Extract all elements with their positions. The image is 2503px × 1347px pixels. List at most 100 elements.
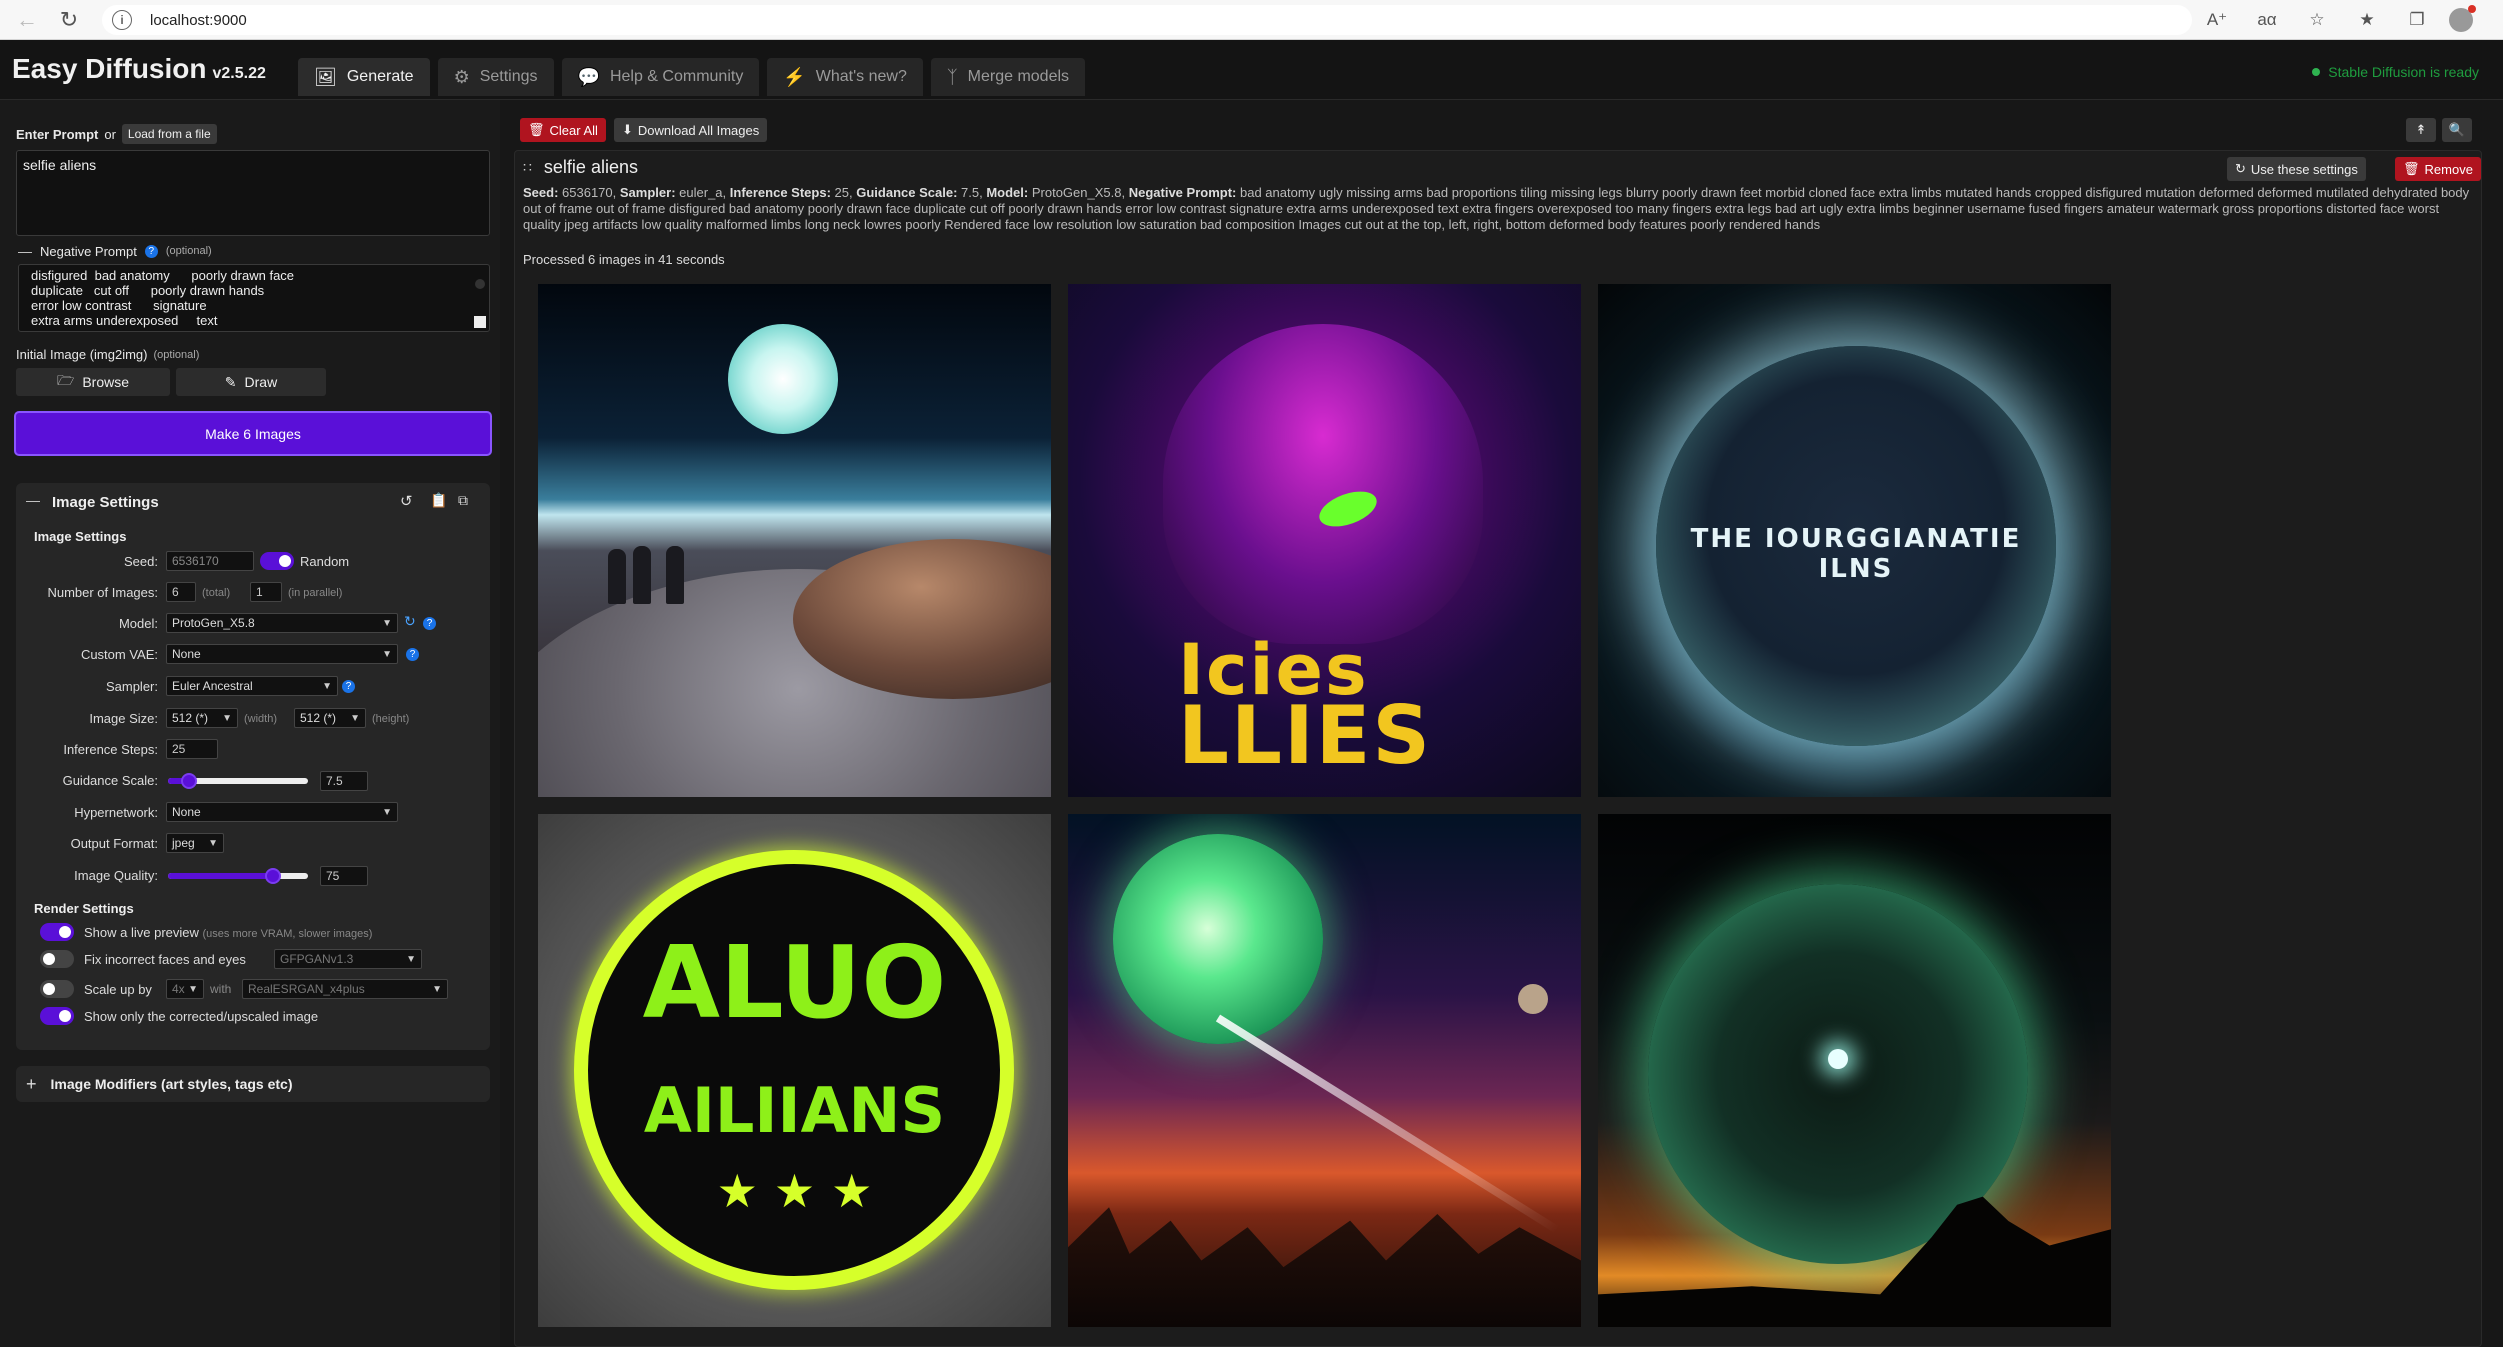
show-corrected-toggle[interactable] xyxy=(40,1007,74,1025)
generated-image[interactable] xyxy=(1068,814,1581,1327)
reset-icon[interactable]: ↺ xyxy=(400,492,413,510)
num-images-input[interactable]: 6 xyxy=(166,582,196,602)
help-icon[interactable]: ? xyxy=(406,648,419,661)
tab-settings[interactable]: ⚙ Settings xyxy=(437,58,554,96)
scale-up-toggle[interactable] xyxy=(40,980,74,998)
vae-select[interactable]: None ▼ xyxy=(166,644,398,664)
output-format-label: Output Format: xyxy=(70,836,158,851)
collapse-icon[interactable]: — xyxy=(18,243,32,259)
collections-icon[interactable]: ❐ xyxy=(2399,2,2435,38)
reload-icon[interactable]: ↻ xyxy=(50,1,88,39)
help-icon[interactable]: ? xyxy=(144,244,158,258)
load-from-file-button[interactable]: Load from a file xyxy=(121,124,217,144)
comments-icon: 💬 xyxy=(577,66,600,87)
scrollbar-thumb[interactable] xyxy=(475,279,485,289)
task-title[interactable]: ∷ selfie aliens xyxy=(523,157,638,178)
negative-line: error low contrast signature xyxy=(31,298,207,313)
image-modifiers-section[interactable]: + Image Modifiers (art styles, tags etc) xyxy=(16,1066,490,1102)
light-beam-shape xyxy=(1215,1014,1560,1234)
small-moon-shape xyxy=(1518,984,1548,1014)
pencil-icon: ✎ xyxy=(224,373,237,390)
draw-button[interactable]: ✎ Draw xyxy=(176,368,326,396)
profile-avatar[interactable] xyxy=(2449,5,2476,32)
chevron-down-icon: ▼ xyxy=(222,712,232,724)
seed-input[interactable]: 6536170 xyxy=(166,551,254,571)
steps-input[interactable]: 25 xyxy=(166,739,218,759)
model-select[interactable]: ProtoGen_X5.8 ▼ xyxy=(166,613,398,633)
quality-slider[interactable] xyxy=(168,868,308,884)
sampler-select[interactable]: Euler Ancestral ▼ xyxy=(166,676,338,696)
chevron-down-icon: ▼ xyxy=(208,837,218,849)
star-shape xyxy=(1828,1049,1848,1069)
width-select[interactable]: 512 (*) ▼ xyxy=(166,708,238,728)
resize-handle[interactable] xyxy=(474,316,486,328)
astronaut-shape xyxy=(666,546,684,604)
help-icon[interactable]: ? xyxy=(423,617,436,630)
prompt-input[interactable]: selfie aliens xyxy=(16,150,490,236)
favorite-add-icon[interactable]: ☆ xyxy=(2299,2,2335,38)
tab-whats-new[interactable]: ⚡ What's new? xyxy=(767,58,923,96)
tab-help-community[interactable]: 💬 Help & Community xyxy=(561,58,760,96)
parallel-input[interactable]: 1 xyxy=(250,582,282,602)
parallel-label: (in parallel) xyxy=(288,587,343,599)
remove-button[interactable]: 🗑 Remove xyxy=(2395,157,2481,181)
read-aloud-icon[interactable]: A⁺ xyxy=(2199,2,2235,38)
chevron-down-icon: ▼ xyxy=(432,983,442,995)
negative-prompt-input[interactable]: disfigured bad anatomy poorly drawn face… xyxy=(18,264,490,332)
clipboard-icon[interactable]: 📋 xyxy=(430,492,447,509)
site-info-icon[interactable]: i xyxy=(112,10,132,30)
slider-knob[interactable] xyxy=(181,773,197,789)
translate-icon[interactable]: aα xyxy=(2249,2,2285,38)
collapse-all-button[interactable]: ↟ xyxy=(2406,118,2436,142)
hypernetwork-select[interactable]: None ▼ xyxy=(166,802,398,822)
clear-all-button[interactable]: 🗑 Clear All xyxy=(520,118,606,142)
help-icon[interactable]: ? xyxy=(342,680,355,693)
browser-toolbar: ← ↻ i localhost:9000 A⁺ aα ☆ ★ ❐ xyxy=(0,0,2503,40)
collapse-icon[interactable]: — xyxy=(26,492,40,508)
negative-line: duplicate cut off poorly drawn hands xyxy=(31,283,265,298)
generated-image[interactable] xyxy=(538,284,1051,797)
generated-image[interactable]: Icies LLIES xyxy=(1068,284,1581,797)
guidance-slider[interactable] xyxy=(168,773,308,789)
upscaler-select[interactable]: RealESRGAN_x4plus ▼ xyxy=(242,979,448,999)
image-text-bottom: AILIIANS xyxy=(643,1074,946,1147)
generated-image[interactable] xyxy=(1598,814,2111,1327)
tab-generate[interactable]: 🖼 Generate xyxy=(298,58,430,96)
download-icon: ⬇ xyxy=(621,122,633,137)
face-model-select[interactable]: GFPGANv1.3 ▼ xyxy=(274,949,422,969)
height-select[interactable]: 512 (*) ▼ xyxy=(294,708,366,728)
search-button[interactable]: 🔍 xyxy=(2442,118,2472,142)
generated-image[interactable]: THE IOURGGIANATIE ILNS xyxy=(1598,284,2111,797)
or-label: or xyxy=(104,126,116,142)
copy-icon[interactable]: ⧉ xyxy=(458,492,468,509)
refresh-icon[interactable]: ↻ xyxy=(404,613,416,630)
trash-icon: 🗑 xyxy=(2403,161,2420,176)
grip-icon[interactable]: ∷ xyxy=(523,159,532,176)
scale-select[interactable]: 4x ▼ xyxy=(166,979,204,999)
output-format-select[interactable]: jpeg ▼ xyxy=(166,833,224,853)
chevron-down-icon: ▼ xyxy=(350,712,360,724)
make-images-button[interactable]: Make 6 Images xyxy=(14,411,492,456)
use-settings-button[interactable]: ↻ Use these settings xyxy=(2227,157,2366,181)
sampler-label: Sampler: xyxy=(105,679,158,694)
browse-button[interactable]: 🗁 Browse xyxy=(16,368,170,396)
slider-knob[interactable] xyxy=(265,868,281,884)
generated-image[interactable]: ALUO AILIIANS ★ ★ ★ xyxy=(538,814,1051,1327)
back-icon[interactable]: ← xyxy=(8,1,46,39)
live-preview-toggle[interactable] xyxy=(40,923,74,941)
image-stars: ★ ★ ★ xyxy=(716,1164,873,1218)
expand-icon[interactable]: + xyxy=(26,1074,37,1095)
download-all-button[interactable]: ⬇ Download All Images xyxy=(613,118,768,142)
address-bar[interactable]: i localhost:9000 xyxy=(102,5,2192,35)
processed-status: Processed 6 images in 41 seconds xyxy=(523,252,725,267)
quality-input[interactable]: 75 xyxy=(320,866,368,886)
chevron-down-icon: ▼ xyxy=(382,617,392,629)
random-seed-toggle[interactable] xyxy=(260,552,294,570)
tab-merge-models[interactable]: ᛉ Merge models xyxy=(930,58,1086,96)
guidance-input[interactable]: 7.5 xyxy=(320,771,368,791)
collapse-icon: ↟ xyxy=(2415,122,2427,137)
fix-faces-toggle[interactable] xyxy=(40,950,74,968)
url-text: localhost:9000 xyxy=(150,11,247,29)
favorites-icon[interactable]: ★ xyxy=(2349,2,2385,38)
guidance-label: Guidance Scale: xyxy=(62,773,158,788)
